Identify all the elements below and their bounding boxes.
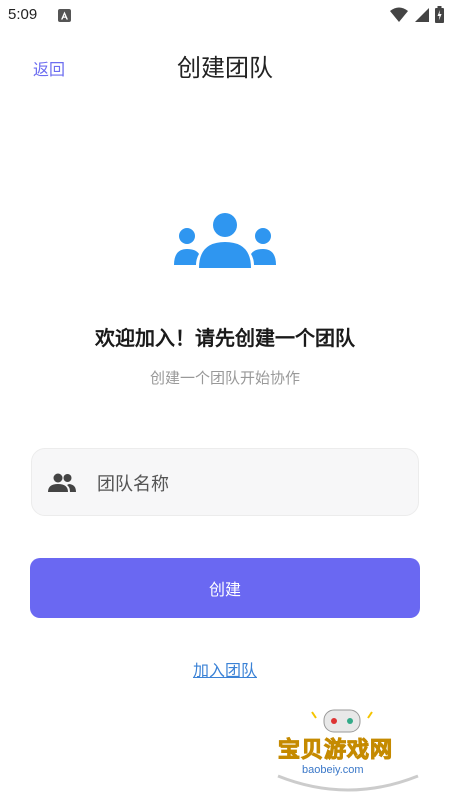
header: 返回 创建团队: [0, 44, 450, 88]
status-icons: [390, 6, 444, 23]
welcome-subtitle: 创建一个团队开始协作: [149, 369, 300, 387]
app-notification-icon: [58, 9, 71, 22]
page-title: 创建团队: [177, 54, 273, 82]
battery-icon: [435, 6, 444, 23]
team-icon: [174, 213, 276, 268]
signal-icon: [415, 7, 429, 22]
status-time: 5:09: [8, 6, 38, 23]
watermark-logo: 宝贝游戏网 baobeiy.com: [268, 704, 428, 794]
team-name-input[interactable]: [95, 463, 399, 505]
status-bar: 5:09: [0, 0, 450, 32]
screen: 5:09 返回 创建团队 欢迎加入！请先创建一个团队 创建一个团队开始协作 团队…: [0, 0, 450, 800]
welcome-heading: 欢迎加入！请先创建一个团队: [95, 326, 355, 350]
people-icon: [48, 473, 76, 492]
watermark-url: baobeiy.com: [302, 764, 364, 776]
wifi-icon: [390, 7, 408, 22]
create-button[interactable]: 创建: [30, 558, 420, 618]
join-team-link[interactable]: 加入团队: [0, 657, 450, 681]
team-name-field[interactable]: [31, 448, 419, 516]
watermark-text: 宝贝游戏网: [277, 738, 394, 764]
